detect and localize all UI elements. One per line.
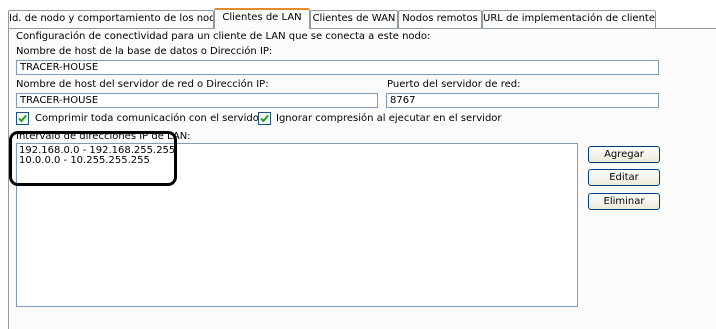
checkmark-icon — [18, 114, 27, 123]
compress-label: Comprimir toda comunicación con el servi… — [35, 113, 263, 124]
net-port-label: Puerto del servidor de red: — [387, 79, 521, 90]
tab-wan-clients[interactable]: Clientes de WAN — [310, 10, 398, 28]
net-host-field[interactable]: TRACER-HOUSE — [16, 93, 378, 108]
ignore-compression-label: Ignorar compresión al ejecutar en el ser… — [276, 113, 502, 124]
tab-remote-nodes[interactable]: Nodos remotos — [398, 10, 482, 28]
ranges-label: Intervalo de direcciones IP de LAN: — [16, 131, 191, 142]
tab-node-id[interactable]: Id. de nodo y comportamiento de los nodo… — [8, 10, 214, 28]
db-host-label: Nombre de host de la base de datos o Dir… — [16, 46, 273, 57]
db-host-field[interactable]: TRACER-HOUSE — [16, 60, 659, 75]
tab-lan-clients[interactable]: Clientes de LAN — [214, 8, 310, 29]
tab-client-deployment-url[interactable]: URL de implementación de cliente — [482, 10, 656, 28]
description-label: Configuración de conectividad para un cl… — [16, 31, 431, 42]
add-button[interactable]: Agregar — [588, 146, 660, 163]
ignore-compression-checkbox[interactable] — [258, 112, 271, 125]
list-item[interactable]: 10.0.0.0 - 10.255.255.255 — [17, 156, 577, 166]
edit-button[interactable]: Editar — [588, 169, 660, 186]
net-port-field[interactable]: 8767 — [386, 93, 659, 108]
compress-checkbox[interactable] — [16, 112, 29, 125]
checkmark-icon — [260, 114, 269, 123]
ip-ranges-list[interactable]: 192.168.0.0 - 192.168.255.255 10.0.0.0 -… — [16, 143, 578, 307]
delete-button[interactable]: Eliminar — [588, 193, 660, 210]
net-host-label: Nombre de host del servidor de red o Dir… — [16, 79, 269, 90]
